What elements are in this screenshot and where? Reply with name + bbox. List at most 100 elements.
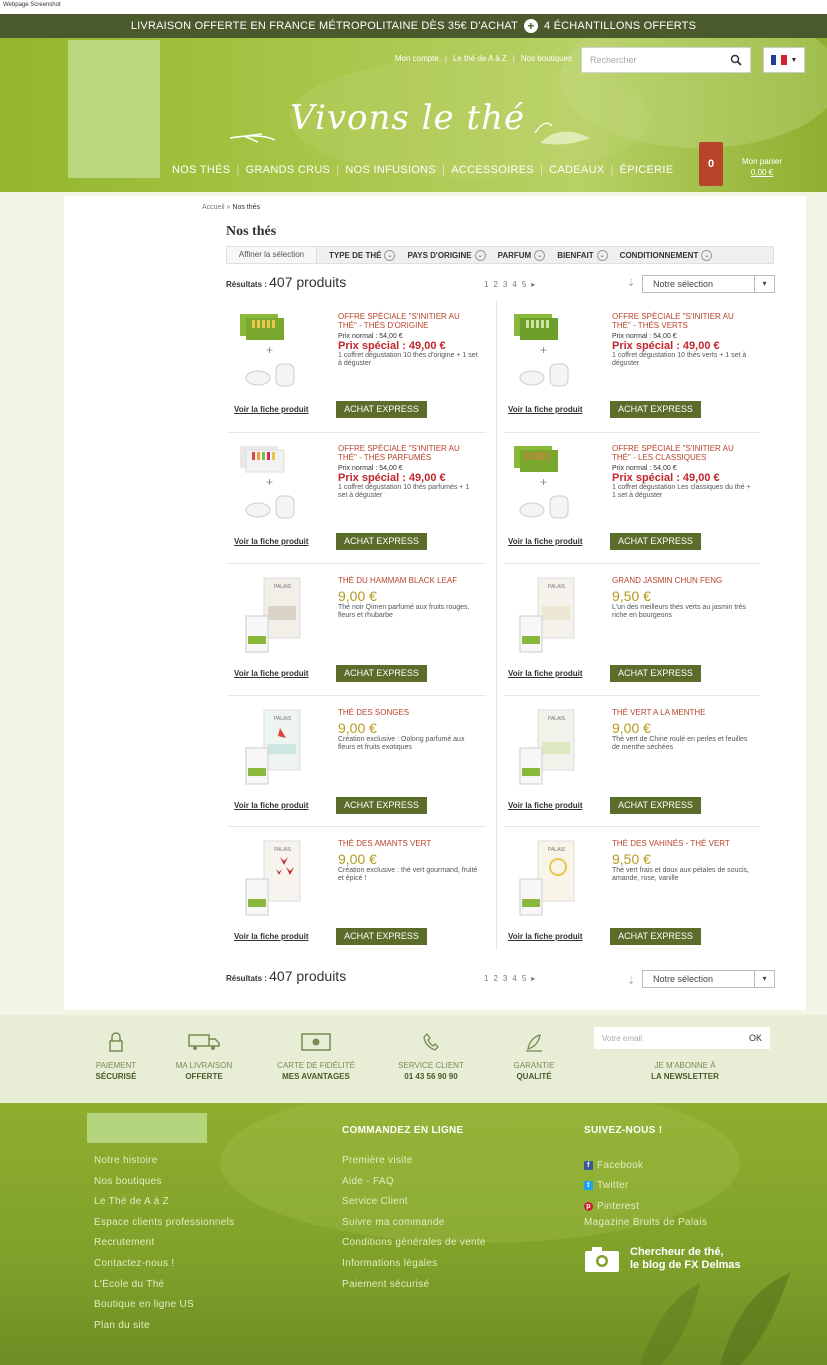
language-selector[interactable]: ▼ <box>763 47 805 73</box>
page-link[interactable]: 5 <box>522 974 526 983</box>
twitter-link[interactable]: t Twitter <box>584 1176 707 1197</box>
footer-link[interactable]: Espace clients professionnels <box>94 1217 234 1238</box>
product-image[interactable]: + <box>236 312 316 392</box>
product-title[interactable]: OFFRE SPÉCIALE "S'INITIER AU THÉ" - THÉS… <box>338 444 480 462</box>
product-title[interactable]: THÉ VERT A LA MENTHE <box>612 708 754 717</box>
blog-link[interactable]: Chercheur de thé, le blog de FX Delmas <box>584 1245 741 1273</box>
product-title[interactable]: THÉ DU HAMMAM BLACK LEAF <box>338 576 480 585</box>
view-product-link[interactable]: Voir la fiche produit <box>234 405 309 414</box>
feature-loyalty-card[interactable]: CARTE DE FIDÉLITÉ MES AVANTAGES <box>266 1031 366 1081</box>
filter-conditionnement[interactable]: CONDITIONNEMENT ⌄ <box>620 249 713 261</box>
filter-pays-origine[interactable]: PAYS D'ORIGINE ⌄ <box>407 249 486 261</box>
top-link-shops[interactable]: Nos boutiques <box>521 54 572 63</box>
magazine-link[interactable]: Magazine Bruits de Palais <box>584 1217 707 1238</box>
sort-direction-icon[interactable]: ⇣ <box>627 976 635 987</box>
product-title[interactable]: THÉ DES AMANTS VERT <box>338 839 480 848</box>
express-buy-button[interactable]: ACHAT EXPRESS <box>336 797 427 814</box>
view-product-link[interactable]: Voir la fiche produit <box>508 669 583 678</box>
page-link[interactable]: 3 <box>503 280 507 289</box>
feature-quality[interactable]: GARANTIE QUALITÉ <box>494 1031 574 1081</box>
facebook-link[interactable]: f Facebook <box>584 1155 707 1176</box>
feature-secure-payment[interactable]: PAIEMENT SÉCURISÉ <box>76 1031 156 1081</box>
cart-bag-icon[interactable]: 0 <box>699 142 723 186</box>
express-buy-button[interactable]: ACHAT EXPRESS <box>610 533 701 550</box>
product-image[interactable]: PALAIS <box>510 576 590 656</box>
page-link[interactable]: 5 <box>522 280 526 289</box>
product-title[interactable]: THÉ DES VAHINÉS - THÉ VERT <box>612 839 754 848</box>
search-icon[interactable] <box>730 54 742 66</box>
footer-link[interactable]: Notre histoire <box>94 1155 234 1176</box>
footer-link[interactable]: Service Client <box>342 1196 486 1217</box>
feature-customer-service[interactable]: SERVICE CLIENT 01 43 56 90 90 <box>386 1031 476 1081</box>
next-page-icon[interactable]: ▸ <box>531 974 535 983</box>
page-link[interactable]: 4 <box>512 280 516 289</box>
view-product-link[interactable]: Voir la fiche produit <box>234 801 309 810</box>
express-buy-button[interactable]: ACHAT EXPRESS <box>610 665 701 682</box>
view-product-link[interactable]: Voir la fiche produit <box>508 932 583 941</box>
filter-type-de-the[interactable]: TYPE DE THÉ ⌄ <box>329 249 396 261</box>
express-buy-button[interactable]: ACHAT EXPRESS <box>336 665 427 682</box>
footer-link[interactable]: Conditions générales de vente <box>342 1237 486 1258</box>
footer-brand-logo[interactable] <box>87 1113 207 1143</box>
product-title[interactable]: OFFRE SPÉCIALE "S'INITIER AU THÉ" - THÉS… <box>338 312 480 330</box>
pinterest-link[interactable]: p Pinterest <box>584 1196 707 1217</box>
filter-parfum[interactable]: PARFUM ⌄ <box>498 249 546 261</box>
page-link[interactable]: 2 <box>493 280 497 289</box>
page-link[interactable]: 2 <box>493 974 497 983</box>
footer-link[interactable]: Paiement sécurisé <box>342 1279 486 1300</box>
footer-link[interactable]: Plan du site <box>94 1320 234 1341</box>
view-product-link[interactable]: Voir la fiche produit <box>508 801 583 810</box>
nav-item-cadeaux[interactable]: CADEAUX <box>549 164 604 176</box>
view-product-link[interactable]: Voir la fiche produit <box>508 405 583 414</box>
footer-link[interactable]: Contactez-nous ! <box>94 1258 234 1279</box>
footer-link[interactable]: Recrutement <box>94 1237 234 1258</box>
nav-item-infusions[interactable]: NOS INFUSIONS <box>345 164 436 176</box>
view-product-link[interactable]: Voir la fiche produit <box>234 669 309 678</box>
footer-link[interactable]: Boutique en ligne US <box>94 1299 234 1320</box>
newsletter-subscribe[interactable]: JE M'ABONNE À LA NEWSLETTER <box>620 1061 750 1081</box>
page-link[interactable]: 1 <box>484 280 488 289</box>
express-buy-button[interactable]: ACHAT EXPRESS <box>336 401 427 418</box>
page-link[interactable]: 4 <box>512 974 516 983</box>
product-title[interactable]: THÉ DES SONGES <box>338 708 480 717</box>
sort-select-bottom[interactable]: Notre sélection ▾ <box>642 970 775 988</box>
product-image[interactable]: PALAIS <box>510 708 590 788</box>
nav-item-grands-crus[interactable]: GRANDS CRUS <box>246 164 331 176</box>
footer-link[interactable]: Informations légales <box>342 1258 486 1279</box>
express-buy-button[interactable]: ACHAT EXPRESS <box>610 797 701 814</box>
product-image[interactable]: PALAIS <box>236 839 316 919</box>
product-image[interactable]: PALAIS <box>510 839 590 919</box>
nav-item-epicerie[interactable]: ÉPICERIE <box>620 164 674 176</box>
page-link[interactable]: 3 <box>503 974 507 983</box>
brand-logo[interactable] <box>68 40 160 178</box>
express-buy-button[interactable]: ACHAT EXPRESS <box>336 533 427 550</box>
promo-banner[interactable]: LIVRAISON OFFERTE EN FRANCE MÉTROPOLITAI… <box>0 14 827 38</box>
footer-link[interactable]: L'École du Thé <box>94 1279 234 1300</box>
newsletter-email-field[interactable]: Votre email OK <box>594 1027 770 1049</box>
footer-link[interactable]: Nos boutiques <box>94 1176 234 1197</box>
view-product-link[interactable]: Voir la fiche produit <box>234 932 309 941</box>
product-image[interactable]: PALAIS <box>236 576 316 656</box>
page-link[interactable]: 1 <box>484 974 488 983</box>
search-input[interactable]: Rechercher <box>581 47 751 73</box>
view-product-link[interactable]: Voir la fiche produit <box>234 537 309 546</box>
view-product-link[interactable]: Voir la fiche produit <box>508 537 583 546</box>
footer-link[interactable]: Aide - FAQ <box>342 1176 486 1197</box>
nav-item-nos-thes[interactable]: NOS THÉS <box>172 164 230 176</box>
footer-link[interactable]: Le Thé de A à Z <box>94 1196 234 1217</box>
sort-direction-icon[interactable]: ⇣ <box>627 278 635 289</box>
express-buy-button[interactable]: ACHAT EXPRESS <box>336 928 427 945</box>
cart-summary[interactable]: Mon panier 0,00 € <box>742 156 782 178</box>
sort-select[interactable]: Notre sélection ▾ <box>642 275 775 293</box>
product-image[interactable]: + <box>236 444 316 524</box>
product-title[interactable]: OFFRE SPÉCIALE "S'INITIER AU THÉ" - LES … <box>612 444 754 462</box>
filter-bienfait[interactable]: BIENFAIT ⌄ <box>557 249 608 261</box>
breadcrumb-home[interactable]: Accueil <box>202 204 225 211</box>
nav-item-accessoires[interactable]: ACCESSOIRES <box>451 164 534 176</box>
footer-link[interactable]: Première visite <box>342 1155 486 1176</box>
product-title[interactable]: GRAND JASMIN CHUN FENG <box>612 576 754 585</box>
footer-link[interactable]: Suivre ma commande <box>342 1217 486 1238</box>
product-image[interactable]: + <box>510 444 590 524</box>
product-image[interactable]: PALAIS <box>236 708 316 788</box>
product-image[interactable]: + <box>510 312 590 392</box>
